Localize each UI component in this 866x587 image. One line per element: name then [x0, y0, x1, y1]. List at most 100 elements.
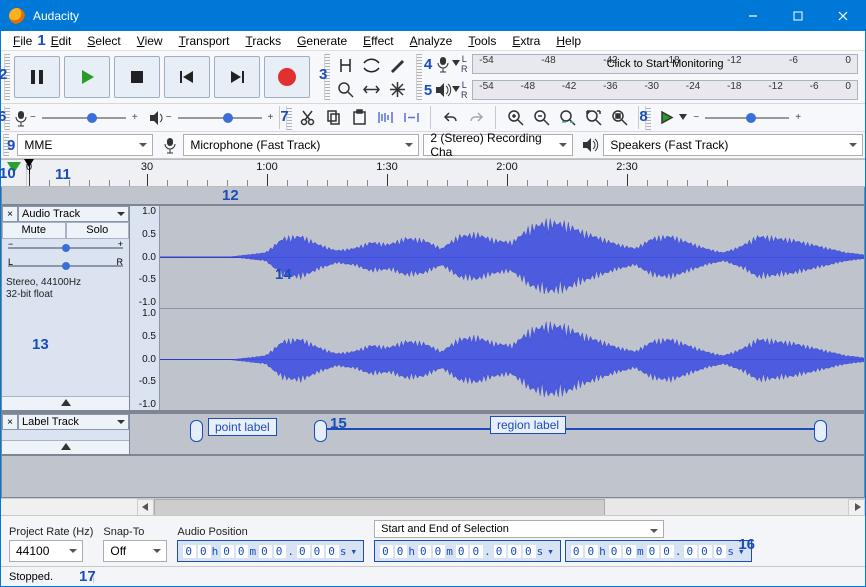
silence-icon[interactable]	[398, 106, 424, 130]
scroll-thumb[interactable]	[154, 499, 605, 516]
pan-slider[interactable]: LR	[8, 260, 123, 272]
recording-meter[interactable]: -54-48-42-18-12-60 Click to Start Monito…	[468, 52, 862, 76]
audio-host-combo[interactable]: MME	[17, 134, 153, 156]
selection-tool-icon[interactable]	[332, 53, 358, 77]
recording-volume-slider[interactable]	[42, 111, 126, 125]
point-label-text[interactable]: point label	[208, 418, 277, 436]
menu-tools[interactable]: Tools	[460, 33, 504, 49]
zoom-out-icon[interactable]	[528, 106, 554, 130]
maximize-button[interactable]	[775, 1, 820, 31]
region-label-text[interactable]: region label	[490, 416, 566, 434]
pause-button[interactable]	[14, 56, 60, 98]
menu-tracks[interactable]: Tracks	[238, 33, 290, 49]
menu-view[interactable]: View	[129, 33, 171, 49]
draw-tool-icon[interactable]	[384, 53, 410, 77]
project-rate-combo[interactable]: 44100	[9, 540, 83, 562]
playback-speed-slider[interactable]	[705, 111, 789, 125]
record-button[interactable]	[264, 56, 310, 98]
mixer-grip[interactable]	[4, 106, 10, 130]
rec-vol-mic-icon	[12, 109, 30, 127]
track-dropdown[interactable]: Audio Track	[18, 206, 129, 222]
zoom-tool-icon[interactable]	[332, 77, 358, 101]
horizontal-scrollbar[interactable]	[1, 498, 865, 515]
app-icon	[9, 8, 25, 24]
tools-grip[interactable]	[324, 54, 330, 100]
stop-button[interactable]	[114, 56, 160, 98]
menu-effect[interactable]: Effect	[355, 33, 401, 49]
mute-button[interactable]: Mute	[2, 222, 66, 239]
label-track-panel[interactable]: × Label Track	[2, 414, 130, 454]
timeshift-tool-icon[interactable]	[358, 77, 384, 101]
transport-grip[interactable]	[4, 54, 10, 100]
menu-analyze[interactable]: Analyze	[402, 33, 461, 49]
close-button[interactable]	[820, 1, 865, 31]
audio-position-field[interactable]: 00 h 00 m 00.000 s▾	[177, 540, 364, 562]
edit-grip[interactable]	[286, 106, 292, 130]
skip-start-button[interactable]	[164, 56, 210, 98]
speaker-icon[interactable]	[434, 81, 452, 99]
copy-icon[interactable]	[320, 106, 346, 130]
label-track-close-button[interactable]: ×	[2, 414, 18, 430]
label-point-handle[interactable]	[190, 420, 203, 442]
selection-end-field[interactable]: 00 h 00 m 00.000 s▾	[565, 540, 752, 562]
track-close-button[interactable]: ×	[2, 206, 18, 222]
menu-help[interactable]: Help	[548, 33, 589, 49]
skip-end-button[interactable]	[214, 56, 260, 98]
scroll-right-button[interactable]	[848, 499, 865, 516]
playback-volume-slider[interactable]	[178, 111, 262, 125]
annotation-12: 12	[222, 187, 865, 204]
play-LR-label: LR	[460, 80, 468, 100]
label-track-collapse-button[interactable]	[2, 440, 129, 454]
track-collapse-button[interactable]	[2, 396, 129, 410]
project-rate-label: Project Rate (Hz)	[9, 526, 93, 538]
redo-icon[interactable]	[463, 106, 489, 130]
track-control-panel[interactable]: × Audio Track Mute Solo −+ LR Stereo, 44…	[2, 206, 130, 410]
play-speed-grip[interactable]	[645, 106, 651, 130]
vertical-scale-right[interactable]: 1.00.50.0-0.5-1.0	[130, 308, 160, 410]
device-grip[interactable]	[3, 134, 9, 156]
menu-extra[interactable]: Extra	[504, 33, 548, 49]
titlebar: Audacity	[1, 1, 865, 31]
scroll-left-button[interactable]	[137, 499, 154, 516]
region-label-line	[320, 428, 820, 430]
playback-meter[interactable]: -54-48-42-36-30-24-18-12-60	[468, 78, 862, 102]
play-button[interactable]	[64, 56, 110, 98]
waveform-right-channel	[160, 309, 864, 411]
label-track-dropdown[interactable]: Label Track	[18, 414, 129, 430]
menu-file[interactable]: File	[5, 33, 40, 49]
vertical-scale-left[interactable]: 1.00.50.0-0.5-1.0	[130, 206, 160, 308]
cut-icon[interactable]	[294, 106, 320, 130]
selection-start-field[interactable]: 00 h 00 m 00.000 s▾	[374, 540, 561, 562]
snap-to-combo[interactable]: Off	[103, 540, 167, 562]
label-track-body[interactable]: 15 point label region label	[130, 414, 864, 454]
rec-meter-grip[interactable]	[416, 54, 422, 100]
trim-icon[interactable]	[372, 106, 398, 130]
fit-selection-icon[interactable]	[554, 106, 580, 130]
play-at-speed-icon[interactable]	[653, 106, 679, 130]
paste-icon[interactable]	[346, 106, 372, 130]
timeline-ruler[interactable]: 11 0301:001:302:002:30	[27, 160, 865, 186]
recording-channels-combo[interactable]: 2 (Stereo) Recording Cha	[423, 134, 573, 156]
menu-edit[interactable]: Edit	[43, 33, 80, 49]
rec-device-mic-icon	[161, 136, 179, 154]
menu-select[interactable]: Select	[79, 33, 128, 49]
region-start-handle[interactable]	[314, 420, 327, 442]
zoom-toggle-icon[interactable]	[606, 106, 632, 130]
multi-tool-icon[interactable]	[384, 77, 410, 101]
recording-device-combo[interactable]: Microphone (Fast Track)	[183, 134, 419, 156]
playback-device-combo[interactable]: Speakers (Fast Track)	[603, 134, 863, 156]
zoom-in-icon[interactable]	[502, 106, 528, 130]
microphone-icon[interactable]	[434, 55, 452, 73]
menu-transport[interactable]: Transport	[171, 33, 238, 49]
gain-slider[interactable]: −+	[8, 242, 123, 254]
solo-button[interactable]: Solo	[66, 222, 130, 239]
waveform-left-channel	[160, 206, 864, 308]
selection-type-combo[interactable]: Start and End of Selection	[374, 520, 664, 538]
minimize-button[interactable]	[730, 1, 775, 31]
menu-generate[interactable]: Generate	[289, 33, 355, 49]
region-end-handle[interactable]	[814, 420, 827, 442]
fit-project-icon[interactable]	[580, 106, 606, 130]
waveform-area[interactable]: 14	[160, 206, 864, 410]
undo-icon[interactable]	[437, 106, 463, 130]
envelope-tool-icon[interactable]	[358, 53, 384, 77]
